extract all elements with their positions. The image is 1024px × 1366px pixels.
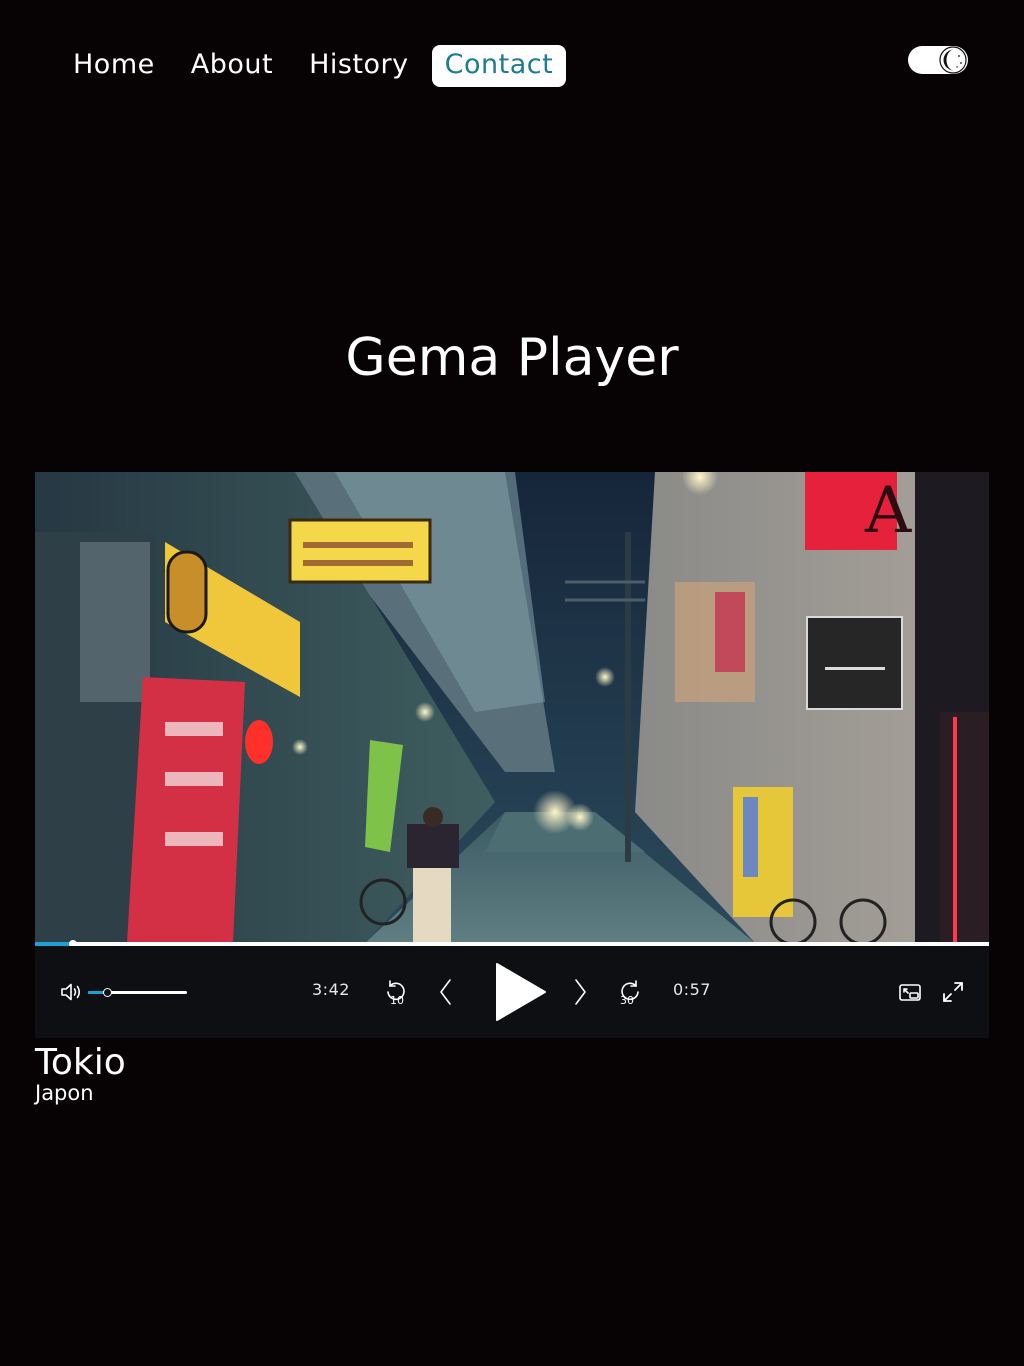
volume-icon[interactable] bbox=[59, 980, 83, 1004]
nav-history-link[interactable]: History bbox=[296, 45, 422, 87]
moon-icon bbox=[939, 46, 967, 74]
remaining-time: 0:57 bbox=[673, 980, 711, 999]
svg-text:A: A bbox=[864, 474, 912, 548]
forward-30-label: 30 bbox=[620, 994, 634, 1006]
volume-slider-thumb[interactable] bbox=[102, 988, 112, 997]
nav-contact-link[interactable]: Contact bbox=[431, 45, 567, 87]
nav-about-link[interactable]: About bbox=[178, 45, 286, 87]
video-frame[interactable]: A bbox=[35, 472, 989, 943]
player-controls: 3:42 10 30 0:57 bbox=[35, 946, 989, 1038]
theme-toggle[interactable] bbox=[908, 46, 968, 74]
volume-slider[interactable] bbox=[88, 988, 187, 997]
page-title: Gema Player bbox=[345, 328, 679, 388]
play-icon[interactable] bbox=[493, 962, 549, 1022]
fullscreen-icon[interactable] bbox=[941, 980, 965, 1004]
previous-icon[interactable] bbox=[437, 978, 455, 1006]
next-icon[interactable] bbox=[571, 978, 589, 1006]
video-subtitle: Japon bbox=[35, 1081, 94, 1105]
main-nav: Home About History Contact bbox=[60, 45, 567, 87]
picture-in-picture-icon[interactable] bbox=[898, 982, 922, 1002]
rewind-10-label: 10 bbox=[390, 994, 404, 1006]
current-time: 3:42 bbox=[312, 980, 350, 999]
nav-home-link[interactable]: Home bbox=[60, 45, 168, 87]
forward-30-icon[interactable]: 30 bbox=[616, 978, 642, 1006]
rewind-10-icon[interactable]: 10 bbox=[384, 978, 410, 1006]
video-title: Tokio bbox=[35, 1042, 126, 1083]
